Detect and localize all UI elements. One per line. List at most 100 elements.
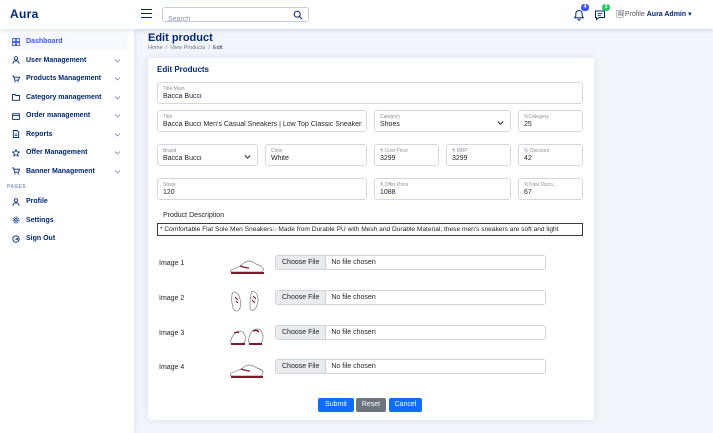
choose-file-button[interactable]: Choose File: [276, 360, 327, 373]
reset-button[interactable]: Reset: [356, 398, 386, 412]
shoe-thumbnail: [230, 328, 264, 345]
sidebar-item-label: Settings: [26, 216, 54, 224]
offer-price-field[interactable]: ₹ Offer Price 1088: [374, 178, 511, 200]
sidebar-item-user-management[interactable]: User Management: [7, 52, 127, 69]
top-bar: Aura 4 3 🖼ProfileAura Admin ▾: [0, 0, 713, 29]
sidebar-item-label: Products Management: [26, 75, 102, 82]
sidebar-item-label: Profile: [26, 198, 48, 205]
gear-icon: [12, 216, 20, 224]
description-label: Product Description: [163, 212, 225, 219]
category-select[interactable]: Category Shoes: [374, 110, 511, 132]
image-row-4: Image 4 Choose File No file chosen: [148, 358, 594, 384]
chevron-down-icon: [114, 151, 121, 155]
choose-file-button[interactable]: Choose File: [276, 326, 327, 339]
sidebar-item-products-management[interactable]: Products Management: [7, 70, 127, 87]
breadcrumb-home[interactable]: Home: [148, 45, 163, 51]
sidebar-item-label: Category management: [26, 93, 102, 101]
document-icon: [12, 130, 20, 138]
shoe-thumbnail: [231, 290, 259, 312]
chevron-down-icon: [114, 58, 121, 63]
field-label: Title: [163, 114, 173, 120]
sidebar-item-sign-out[interactable]: Sign Out: [7, 230, 127, 247]
card-title: Edit Products: [157, 65, 210, 74]
field-label: Brand: [163, 148, 177, 154]
image-1-file-input[interactable]: Choose File No file chosen: [275, 255, 546, 270]
field-value: 1088: [380, 189, 396, 196]
field-value: 3299: [380, 155, 396, 162]
chevron-down-icon: [497, 121, 504, 125]
messages-badge: 3: [602, 4, 610, 11]
box-icon: [12, 112, 20, 120]
total-discount-field[interactable]: %Total Disco... 67: [518, 178, 583, 200]
shoe-thumbnail: [230, 260, 264, 274]
shoe-thumbnail: [230, 364, 264, 378]
breadcrumb-current: Edit: [213, 45, 223, 51]
breadcrumb-view-products[interactable]: View Products: [170, 45, 205, 51]
search-icon[interactable]: [293, 10, 303, 20]
field-value: White: [271, 155, 289, 162]
sidebar-item-category-management[interactable]: Category management: [7, 89, 127, 106]
profile-image-broken: 🖼Profile: [616, 11, 645, 18]
sidebar-item-label: User Management: [26, 56, 87, 64]
description-input[interactable]: * Comfortable Flat Sole Men Sneakers:- M…: [157, 223, 583, 236]
title-main-field[interactable]: Title Main Bacca Bucci: [157, 82, 583, 104]
grid-icon: [12, 37, 20, 46]
color-field[interactable]: Color White: [265, 144, 367, 166]
menu-toggle-icon[interactable]: [141, 9, 152, 18]
choose-file-button[interactable]: Choose File: [276, 256, 327, 269]
sidebar-item-label: Banner Management: [26, 167, 95, 175]
cancel-button[interactable]: Cancel: [389, 398, 422, 412]
field-label: Stock: [163, 182, 176, 188]
image-row-1: Image 1 Choose File No file chosen: [148, 254, 594, 280]
messages-button[interactable]: 3: [594, 4, 610, 21]
title-field[interactable]: Title Bacca Bucci Men's Casual Sneakers …: [157, 110, 367, 132]
choose-file-button[interactable]: Choose File: [276, 291, 327, 304]
sidebar-heading-pages: PAGES: [7, 184, 27, 190]
sidebar-item-label: Sign Out: [26, 235, 56, 242]
chevron-down-icon: [114, 114, 121, 118]
edit-product-card: Edit Products Title Main Bacca Bucci Tit…: [148, 58, 594, 420]
sidebar-pages-nav: Profile Settings Sign Out: [0, 193, 134, 247]
folder-icon: [12, 94, 20, 101]
signout-icon: [12, 234, 20, 243]
sidebar-item-profile[interactable]: Profile: [7, 193, 127, 210]
category-offer-field[interactable]: %Category 25: [518, 110, 583, 132]
image-row-3: Image 3 Choose File No file chosen: [148, 324, 594, 350]
image-label: Image 1: [159, 260, 185, 267]
discount-field[interactable]: % Discount 42: [518, 144, 583, 166]
field-label: %Total Disco...: [524, 182, 558, 188]
field-value: 3299: [452, 155, 468, 162]
file-status: No file chosen: [331, 363, 376, 370]
field-label: Category: [380, 114, 401, 120]
sidebar-item-order-management[interactable]: Order management: [7, 107, 127, 124]
sidebar-item-banner-management[interactable]: Banner Management: [7, 163, 127, 180]
image-2-file-input[interactable]: Choose File No file chosen: [275, 290, 546, 305]
image-3-file-input[interactable]: Choose File No file chosen: [275, 325, 546, 340]
sidebar-item-settings[interactable]: Settings: [7, 212, 127, 229]
sidebar-item-label: Order management: [26, 112, 91, 119]
sidebar-item-offer-management[interactable]: Offer Management: [7, 144, 127, 161]
stock-field[interactable]: Stock 120: [157, 178, 367, 200]
mrp-field[interactable]: ₹ MRP 3299: [446, 144, 511, 166]
field-label: ₹ Offer Price: [380, 182, 409, 188]
field-value: 25: [524, 121, 532, 128]
image-label: Image 4: [159, 364, 185, 371]
submit-button[interactable]: Submit: [318, 398, 354, 412]
notifications-bell[interactable]: 4: [573, 4, 589, 21]
app-logo[interactable]: Aura: [10, 7, 39, 21]
sidebar-nav: Dashboard User Management Products Manag…: [0, 29, 134, 180]
image-4-file-input[interactable]: Choose File No file chosen: [275, 359, 546, 374]
cost-price-field[interactable]: ₹ Cost Price 3299: [374, 144, 439, 166]
notifications-badge: 4: [581, 4, 589, 11]
search-input[interactable]: [163, 13, 283, 26]
chevron-down-icon: [114, 132, 121, 137]
image-label: Image 3: [159, 330, 185, 337]
profile-name: Aura Admin: [646, 11, 687, 18]
profile-dropdown[interactable]: 🖼Profile Aura Admin ▾: [616, 10, 692, 18]
sidebar-item-dashboard[interactable]: Dashboard: [7, 33, 127, 50]
sidebar-item-reports[interactable]: Reports: [7, 126, 127, 143]
brand-select[interactable]: Brand Bacca Bucci: [157, 144, 258, 166]
image-label: Image 2: [159, 295, 185, 302]
field-label: % Discount: [524, 148, 550, 154]
field-label: %Category: [524, 114, 549, 120]
